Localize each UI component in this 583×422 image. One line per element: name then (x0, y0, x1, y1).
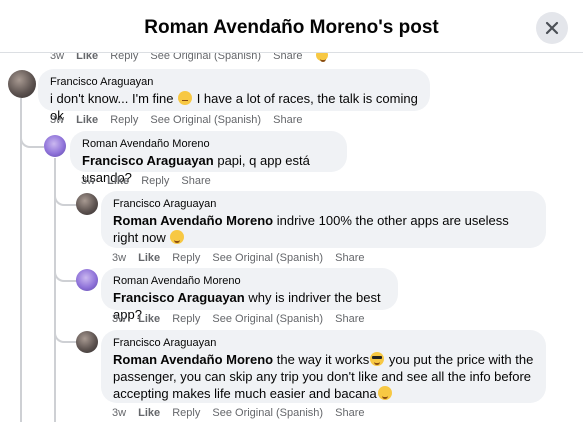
mention-link[interactable]: Francisco Araguayan (113, 290, 245, 305)
reply-button[interactable]: Reply (141, 175, 169, 187)
see-original-button[interactable]: See Original (Spanish) (212, 252, 323, 264)
grinning-emoji-icon (377, 386, 392, 400)
thread-line (20, 98, 22, 422)
comment-bubble: Roman Avendaño Moreno Francisco Araguaya… (70, 131, 347, 185)
comment-author[interactable]: Francisco Araguayan (113, 336, 534, 351)
comment-time[interactable]: 3w (50, 114, 64, 126)
like-button[interactable]: Like (138, 313, 160, 325)
avatar[interactable] (76, 193, 98, 215)
share-button[interactable]: Share (335, 252, 364, 264)
reply-connector (20, 128, 44, 148)
mention-link[interactable]: Roman Avendaño Moreno (113, 213, 273, 228)
comment-text: Roman Avendaño Moreno indrive 100% the o… (113, 213, 509, 245)
comment-bubble: Roman Avendaño Moreno Francisco Araguaya… (101, 268, 398, 322)
comment-author[interactable]: Francisco Araguayan (50, 75, 418, 90)
comment-author[interactable]: Roman Avendaño Moreno (113, 274, 386, 289)
like-button[interactable]: Like (138, 252, 160, 264)
see-original-button[interactable]: See Original (Spanish) (150, 114, 261, 126)
thinking-emoji-icon (178, 91, 193, 105)
comment-actions: 3w Like Reply See Original (Spanish) Sha… (112, 313, 373, 325)
comment-author[interactable]: Francisco Araguayan (113, 197, 534, 212)
reply-button[interactable]: Reply (172, 252, 200, 264)
like-button[interactable]: Like (138, 407, 160, 419)
dialog-title: Roman Avendaño Moreno's post (144, 17, 439, 38)
grinning-emoji-icon (170, 230, 185, 244)
comment-actions: 3w Like Reply See Original (Spanish) Sha… (50, 114, 311, 126)
like-button[interactable]: Like (76, 114, 98, 126)
avatar[interactable] (8, 70, 36, 98)
close-icon (545, 21, 559, 35)
mention-link[interactable]: Francisco Araguayan (82, 153, 214, 168)
reply-connector (54, 327, 78, 343)
post-dialog-header: Roman Avendaño Moreno's post (0, 0, 583, 53)
comment-time[interactable]: 3w (112, 252, 126, 264)
share-button[interactable]: Share (335, 313, 364, 325)
reply-connector (54, 266, 78, 282)
avatar[interactable] (44, 135, 66, 157)
mention-link[interactable]: Roman Avendaño Moreno (113, 352, 273, 367)
comment-time[interactable]: 3w (112, 313, 126, 325)
comments-panel: 3w Like Reply See Original (Spanish) Sha… (0, 0, 583, 422)
comment-actions: 3w Like Reply See Original (Spanish) Sha… (112, 407, 373, 419)
reply-button[interactable]: Reply (110, 114, 138, 126)
comment-author[interactable]: Roman Avendaño Moreno (82, 137, 335, 152)
comment-time[interactable]: 3w (112, 407, 126, 419)
close-button[interactable] (536, 12, 568, 44)
comment-text: Roman Avendaño Moreno the way it works y… (113, 352, 534, 401)
see-original-button[interactable]: See Original (Spanish) (212, 313, 323, 325)
reply-button[interactable]: Reply (172, 313, 200, 325)
comment-actions: 3w Like Reply See Original (Spanish) Sha… (112, 252, 373, 264)
comment-actions: 3w Like Reply Share (81, 175, 220, 187)
comment-bubble: Francisco Araguayan Roman Avendaño Moren… (101, 191, 546, 248)
share-button[interactable]: Share (181, 175, 210, 187)
like-button[interactable]: Like (107, 175, 129, 187)
avatar[interactable] (76, 269, 98, 291)
comment-bubble: Francisco Araguayan i don't know... I'm … (38, 69, 430, 123)
reply-connector (54, 190, 78, 206)
avatar[interactable] (76, 331, 98, 353)
share-button[interactable]: Share (335, 407, 364, 419)
comment-bubble: Francisco Araguayan Roman Avendaño Moren… (101, 330, 546, 403)
sunglasses-emoji-icon (370, 352, 385, 366)
comment-time[interactable]: 3w (81, 175, 95, 187)
reply-button[interactable]: Reply (172, 407, 200, 419)
share-button[interactable]: Share (273, 114, 302, 126)
see-original-button[interactable]: See Original (Spanish) (212, 407, 323, 419)
